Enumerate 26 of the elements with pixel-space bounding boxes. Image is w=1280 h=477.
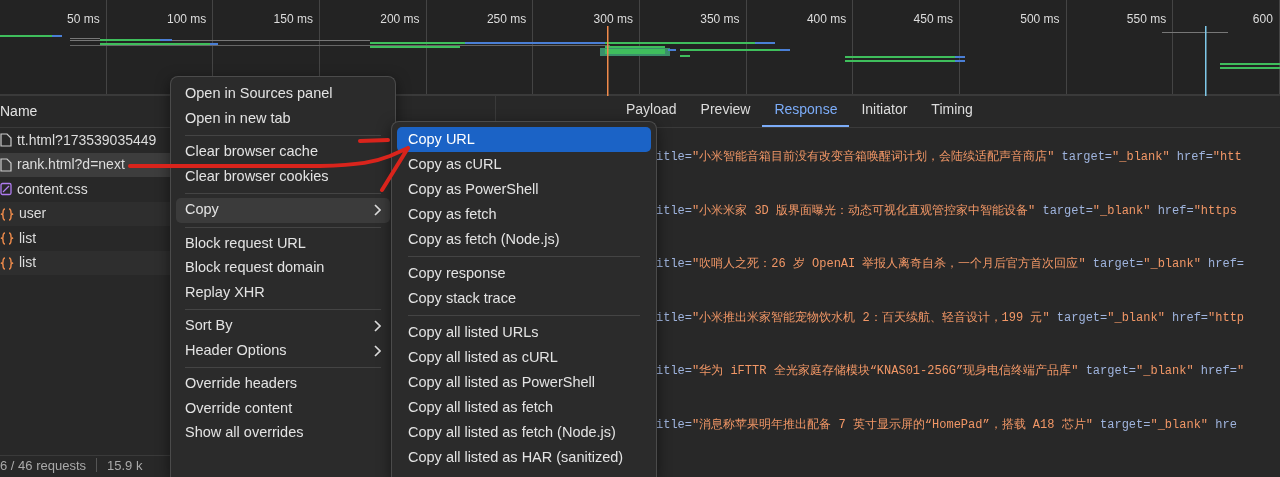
- tick-label: 250 ms: [486, 12, 527, 26]
- tick-label: 400 ms: [806, 12, 847, 26]
- tick-label: 450 ms: [913, 12, 953, 26]
- request-name: user: [19, 204, 47, 224]
- code-line: itle="消息称苹果明年推出配备 7 英寸显示屏的“HomePad”，搭载 A18 芯片" target="_blank" hre: [656, 416, 1238, 434]
- code-line: itle="吹哨人之死：26 岁 OpenAI 举报人离奇自杀，一个月后官方首次回应" target="_blank" href=: [656, 256, 1246, 273]
- tick-label: 150 ms: [273, 12, 313, 26]
- request-name: rank.html?d=next: [17, 155, 125, 175]
- tick-label: 600: [1252, 12, 1273, 26]
- request-name: tt.html?173539035449: [17, 130, 157, 150]
- tick-label: 100 ms: [166, 12, 207, 26]
- request-name: content.css: [17, 179, 88, 199]
- request-name: list: [19, 228, 37, 248]
- transferred-size: 15.9 k: [107, 457, 143, 473]
- tick-label: 350 ms: [700, 12, 740, 26]
- tick-label: 200 ms: [380, 12, 420, 26]
- tick-label: 550 ms: [1126, 12, 1167, 26]
- tick-label: 300 ms: [593, 12, 633, 26]
- request-count: 6 / 46 requests: [0, 457, 86, 473]
- code-line: itle="小米推出米家智能宠物饮水机 2：百天续航、轻音设计，199 元" target="_blank" href="http: [656, 309, 1246, 327]
- tick-label: 500 ms: [1020, 12, 1060, 26]
- code-line: itle="小米智能音箱目前没有改变音箱唤醒词计划，会陆续适配声音商店" target="_blank" href="htt: [656, 149, 1243, 166]
- request-name: list: [19, 253, 37, 273]
- tick-label: 50 ms: [66, 12, 100, 26]
- code-line: itle="华为 iFTTR 全光家庭存储模块“KNAS01-256G”现身电信终端产品库" target="_blank" href=": [656, 363, 1246, 380]
- code-line: itle="小米米家 3D 版界面曝光：动态可视化直观管控家中智能设备" target="_blank" href="https: [656, 202, 1238, 220]
